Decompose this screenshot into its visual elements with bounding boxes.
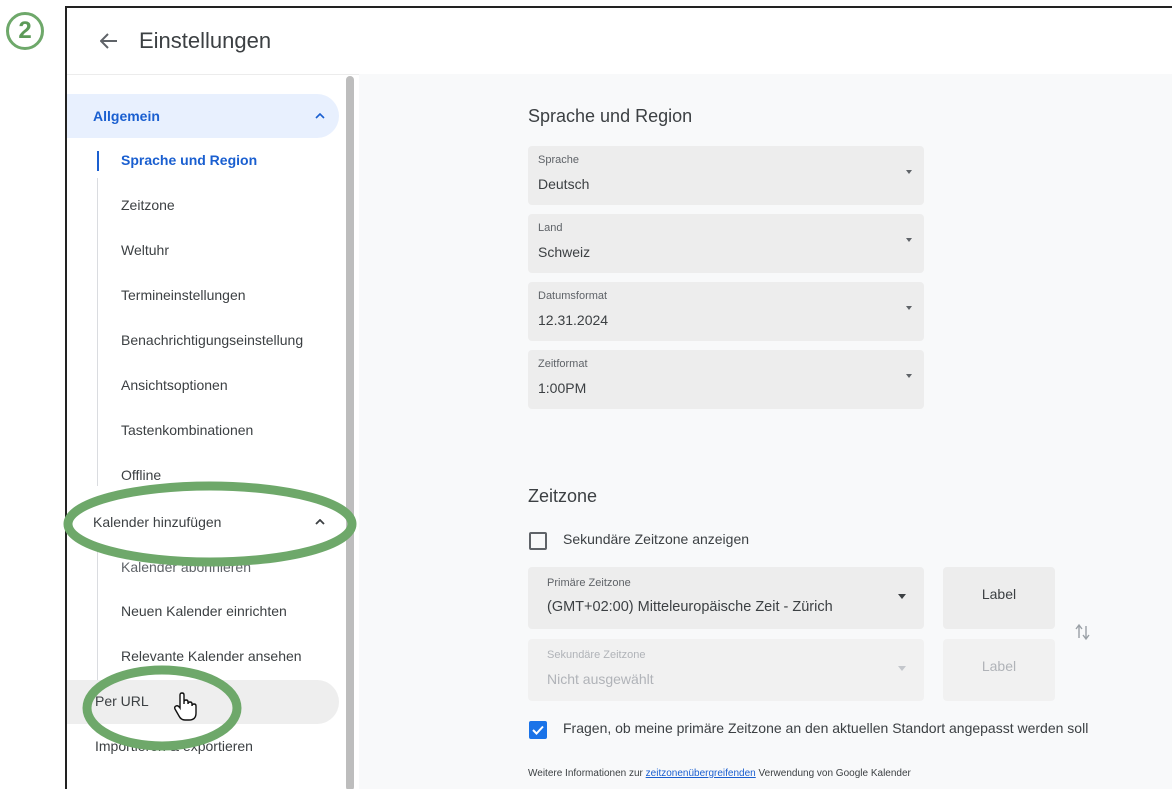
hand-pointer-icon [172,692,200,727]
selected-indicator [97,151,99,171]
page-title: Einstellungen [139,28,272,53]
sidebar-item-notification-settings[interactable]: Benachrichtigungseinstellung [121,332,337,348]
dropdown-label: Sprache [538,154,579,166]
section-title-language-region: Sprache und Region [528,106,693,126]
info-suffix: Verwendung von Google Kalender [758,768,911,779]
sidebar-item-language-region[interactable]: Sprache und Region [121,152,257,168]
sidebar-item-keyboard-shortcuts[interactable]: Tastenkombinationen [121,422,253,438]
dropdown-value: Schweiz [538,244,591,260]
settings-window: Einstellungen Allgemein Sprache und Regi… [65,6,1172,789]
auto-timezone-checkbox-label: Fragen, ob meine primäre Zeitzone an den… [563,720,1089,736]
sidebar-item-view-options[interactable]: Ansichtsoptionen [121,377,228,393]
nav-tree-line [97,548,98,683]
step-number-badge: 2 [6,12,44,50]
dropdown-value: 1:00PM [538,380,587,396]
nav-group-general-label: Allgemein [93,108,160,124]
nav-group-general[interactable]: Allgemein [67,94,339,138]
dropdown-arrow-icon [906,238,912,242]
dropdown-arrow-icon [906,374,912,378]
nav-tree-line [97,178,98,486]
dropdown-arrow-icon [898,594,906,599]
sidebar-scrollbar[interactable] [346,76,354,789]
timezone-info-text: Weitere Informationen zur zeitzonenüberg… [528,768,911,779]
dropdown-value: Nicht ausgewählt [547,671,654,687]
dropdown-label: Land [538,222,563,234]
secondary-timezone-label-input[interactable]: Label [943,639,1055,701]
auto-timezone-checkbox[interactable] [529,721,547,739]
dropdown-label: Datumsformat [538,290,608,302]
dropdown-label: Zeitformat [538,358,588,370]
section-title-timezone: Zeitzone [528,486,598,506]
sidebar-item-browse-calendars[interactable]: Relevante Kalender ansehen [121,648,302,664]
country-dropdown[interactable]: Land Schweiz [528,214,924,273]
nav-group-add-calendar-label: Kalender hinzufügen [93,514,222,530]
date-format-dropdown[interactable]: Datumsformat 12.31.2024 [528,282,924,341]
nav-group-add-calendar[interactable]: Kalender hinzufügen [67,500,339,544]
chevron-up-icon [315,94,325,138]
dropdown-label: Primäre Zeitzone [547,577,631,589]
sidebar-item-world-clock[interactable]: Weltuhr [121,242,169,258]
dropdown-value: Deutsch [538,176,590,192]
dropdown-value: (GMT+02:00) Mitteleuropäische Zeit - Zür… [547,599,833,615]
dropdown-arrow-icon [906,170,912,174]
secondary-timezone-checkbox-label: Sekundäre Zeitzone anzeigen [563,531,750,547]
time-format-dropdown[interactable]: Zeitformat 1:00PM [528,350,924,409]
secondary-timezone-dropdown[interactable]: Sekundäre Zeitzone Nicht ausgewählt [528,639,924,701]
sidebar-item-event-settings[interactable]: Termineinstellungen [121,287,246,303]
sidebar-item-create-calendar[interactable]: Neuen Kalender einrichten [121,603,287,619]
timezone-info-link[interactable]: zeitzonenübergreifenden [646,768,756,779]
sidebar-item-offline[interactable]: Offline [121,467,161,483]
info-prefix: Weitere Informationen zur [528,768,643,779]
arrow-back-icon[interactable] [97,29,121,53]
settings-header: Einstellungen [67,8,1172,75]
sidebar-item-timezone[interactable]: Zeitzone [121,197,175,213]
chevron-up-icon [315,500,325,544]
dropdown-arrow-icon [906,306,912,310]
primary-timezone-dropdown[interactable]: Primäre Zeitzone (GMT+02:00) Mitteleurop… [528,567,924,629]
dropdown-arrow-icon [898,666,906,671]
primary-timezone-label-input[interactable]: Label [943,567,1055,629]
checkmark-icon [532,725,544,735]
secondary-timezone-checkbox[interactable] [529,532,547,550]
sidebar-item-subscribe-calendar[interactable]: Kalender abonnieren [121,559,251,575]
dropdown-value: 12.31.2024 [538,312,609,328]
sidebar-item-import-export[interactable]: Importieren & exportieren [95,738,253,754]
swap-vertical-icon[interactable] [1075,622,1091,647]
language-dropdown[interactable]: Sprache Deutsch [528,146,924,205]
sidebar-item-from-url[interactable]: Per URL [95,693,149,709]
dropdown-label: Sekundäre Zeitzone [547,649,646,661]
